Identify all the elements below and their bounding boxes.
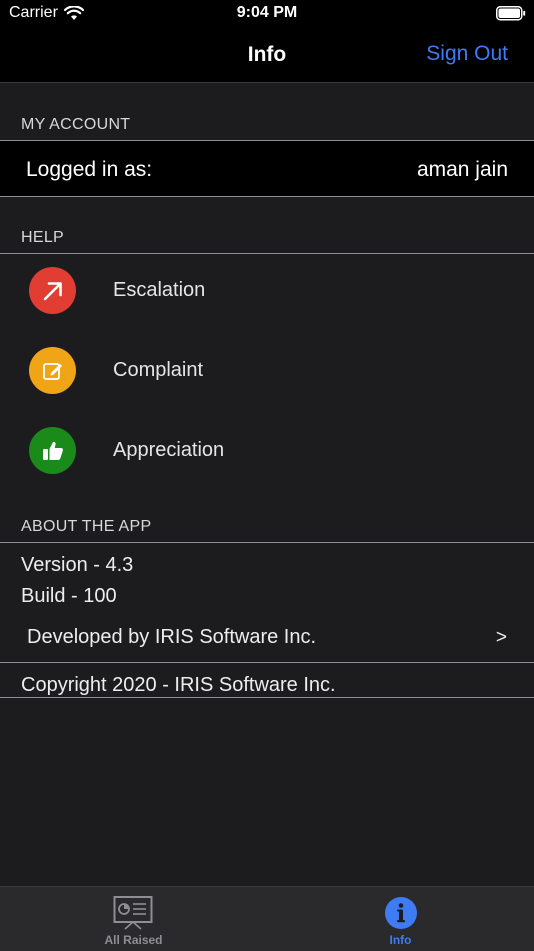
tab-bar: All Raised Info — [0, 886, 534, 951]
tab-info[interactable]: Info — [267, 887, 534, 951]
my-account-header: MY ACCOUNT — [21, 116, 131, 133]
appreciation-label: Appreciation — [113, 439, 225, 461]
logged-in-username: aman jain — [416, 158, 508, 181]
version-text: Version - 4.3 — [21, 554, 134, 576]
about-header: ABOUT THE APP — [21, 518, 152, 535]
about-section: ABOUT THE APP Version - 4.3 Build - 100 … — [0, 486, 534, 698]
tab-label-info: Info — [389, 933, 412, 947]
presentation-icon — [113, 896, 153, 930]
chevron-right-icon: > — [495, 627, 507, 648]
developed-by-row[interactable]: Developed by IRIS Software Inc. > — [0, 612, 534, 662]
developed-by-text: Developed by IRIS Software Inc. — [27, 626, 317, 648]
edit-note-icon — [29, 347, 76, 394]
tab-label-all-raised: All Raised — [104, 933, 163, 947]
divider — [0, 662, 534, 663]
battery-icon — [496, 6, 526, 21]
divider — [0, 196, 534, 197]
help-header: HELP — [21, 229, 64, 246]
divider — [0, 697, 534, 698]
help-item-complaint[interactable]: Complaint — [0, 334, 534, 414]
logged-in-row: Logged in as: aman jain — [0, 141, 534, 196]
copyright-text: Copyright 2020 - IRIS Software Inc. — [21, 674, 336, 696]
tab-all-raised[interactable]: All Raised — [0, 887, 267, 951]
thumbs-up-icon — [29, 427, 76, 474]
logged-in-label: Logged in as: — [26, 158, 153, 181]
help-item-escalation[interactable]: Escalation — [0, 254, 534, 334]
info-icon — [385, 897, 417, 929]
navigation-bar: Info Sign Out — [0, 30, 534, 83]
sign-out-button[interactable]: Sign Out — [426, 42, 508, 66]
divider — [0, 542, 534, 543]
status-bar: Carrier 9:04 PM — [0, 0, 534, 30]
status-time: 9:04 PM — [236, 4, 298, 21]
build-text: Build - 100 — [21, 585, 117, 607]
escalation-label: Escalation — [113, 279, 206, 301]
arrow-up-right-icon — [29, 267, 76, 314]
complaint-label: Complaint — [113, 359, 204, 381]
help-item-appreciation[interactable]: Appreciation — [0, 414, 534, 494]
